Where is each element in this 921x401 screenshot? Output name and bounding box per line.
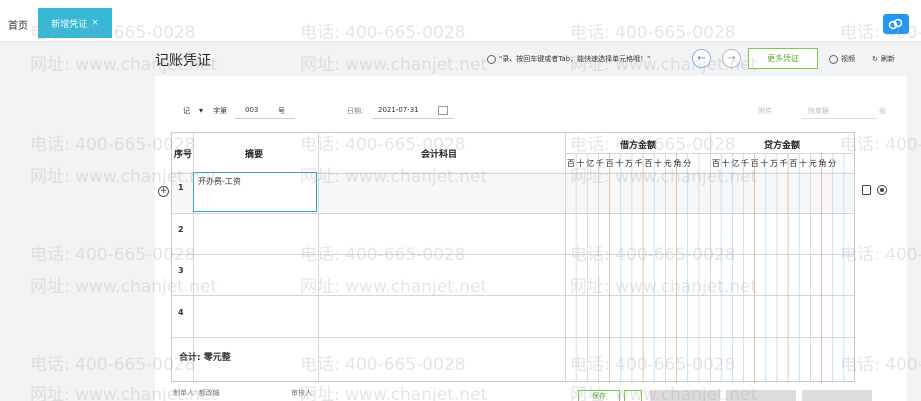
zi-label: 字第 — [213, 107, 227, 115]
save-options-button[interactable] — [624, 390, 642, 401]
refresh-link[interactable]: ↻ 刷新 — [872, 54, 895, 64]
tab-home[interactable]: 首页 — [8, 17, 28, 32]
delete-row-icon[interactable] — [877, 185, 887, 195]
refresh-label: 刷新 — [880, 55, 895, 63]
action-button[interactable] — [802, 390, 872, 401]
keyboard-icon — [487, 54, 496, 64]
next-voucher-button[interactable]: → — [722, 49, 741, 68]
date-underline — [372, 118, 454, 119]
chevron-down-icon[interactable]: ▾ — [199, 106, 203, 115]
bills-label: 附单据 — [808, 107, 829, 115]
top-bar: 首页 新增凭证 × — [0, 0, 921, 42]
calendar-icon[interactable] — [438, 106, 448, 115]
voucher-number-input[interactable]: 003 — [245, 106, 258, 114]
number-underline — [235, 118, 295, 119]
refresh-icon: ↻ — [872, 55, 878, 63]
total-label: 合计: 零元整 — [179, 353, 231, 363]
date-input[interactable]: 2021-07-31 — [378, 106, 419, 114]
play-icon — [829, 54, 838, 64]
voucher-grid: 序号 摘要 会计科目 借方金额 贷方金额 百 十 亿 千 百 十 万 千 百 十… — [171, 132, 855, 383]
action-button[interactable] — [650, 390, 720, 401]
attachment-link[interactable]: 附件 — [758, 106, 772, 116]
watermark-site: 网址: www.chanjet.net — [300, 55, 488, 75]
cloud-icon[interactable] — [883, 14, 909, 34]
amount-column-lines — [575, 153, 845, 383]
action-button[interactable] — [726, 390, 796, 401]
keyboard-hint: "录、按回车键或者Tab，能快速选择单元格哦！" — [487, 54, 650, 64]
row-index: 3 — [178, 266, 184, 275]
tab-new-voucher[interactable]: 新增凭证 × — [38, 8, 112, 38]
add-row-icon[interactable]: + — [158, 186, 169, 197]
hint-text: "录、按回车键或者Tab，能快速选择单元格哦！" — [499, 55, 651, 63]
row-index: 1 — [178, 183, 184, 192]
tab-label: 新增凭证 — [51, 19, 88, 30]
bills-underline — [802, 118, 877, 119]
page-title: 记账凭证 — [155, 53, 211, 69]
maker-label: 制单人: 都改编 — [173, 389, 220, 397]
voucher-word-select[interactable]: 记 — [183, 106, 190, 116]
close-icon[interactable]: × — [91, 18, 99, 28]
row-index: 4 — [178, 308, 184, 317]
row-index: 2 — [178, 225, 184, 234]
more-vouchers-button[interactable]: 更多凭证 — [748, 48, 818, 69]
prev-voucher-button[interactable]: ← — [692, 49, 711, 68]
save-button[interactable]: 保存 — [578, 390, 620, 401]
summary-input[interactable]: 开办费-工资 — [193, 172, 317, 212]
video-link[interactable]: 视频 — [829, 54, 855, 64]
zhang-label: 张 — [879, 107, 886, 115]
date-label: 日期: — [347, 107, 364, 115]
video-label: 视频 — [841, 55, 855, 63]
copy-icon[interactable] — [862, 185, 871, 195]
auditor-label: 审核人: — [291, 389, 315, 397]
hao-label: 号 — [278, 107, 285, 115]
